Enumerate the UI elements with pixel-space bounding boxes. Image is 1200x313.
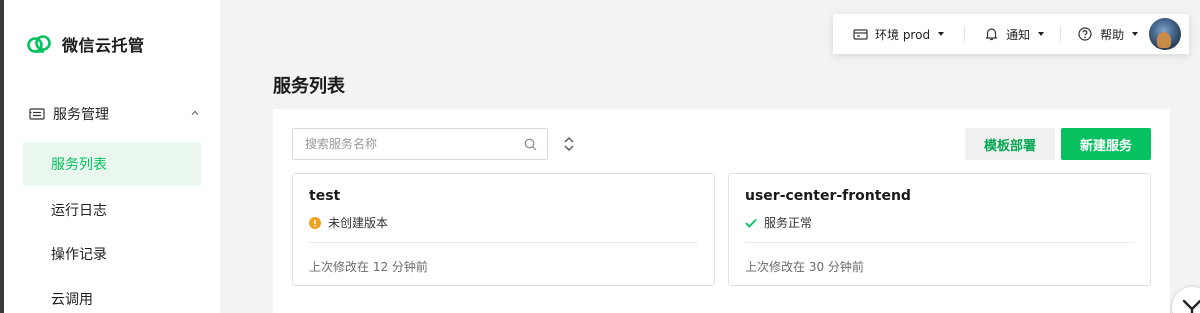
service-updated-time: 上次修改在 30 分钟前 — [745, 260, 864, 274]
question-icon — [1078, 27, 1092, 41]
sidebar-item-operation-records[interactable]: 操作记录 — [23, 232, 201, 276]
page-title: 服务列表 — [273, 76, 345, 97]
divider — [745, 242, 1134, 243]
brand-name: 微信云托管 — [62, 36, 145, 55]
search-input[interactable] — [305, 137, 515, 151]
notifications-label: 通知 — [1006, 27, 1031, 42]
check-icon — [745, 218, 757, 228]
service-status-text: 未创建版本 — [328, 216, 389, 230]
search-box[interactable] — [292, 128, 548, 160]
floating-assistant-button[interactable] — [1172, 287, 1200, 313]
sort-toggle-icon[interactable] — [562, 135, 576, 153]
notifications-menu[interactable]: 通知 — [985, 14, 1045, 54]
env-label: 环境 prod — [875, 27, 931, 42]
service-card[interactable]: user-center-frontend 服务正常 上次修改在 30 分钟前 — [728, 173, 1151, 286]
service-status: 服务正常 — [745, 214, 812, 231]
divider — [964, 26, 966, 42]
divider — [309, 242, 698, 243]
bell-icon — [985, 28, 998, 41]
top-bar: 环境 prod 通知 帮助 — [833, 14, 1189, 54]
sidebar-item-run-logs[interactable]: 运行日志 — [23, 188, 201, 232]
nav-group-service-management[interactable]: 服务管理 — [26, 100, 204, 128]
environment-icon — [853, 28, 868, 40]
search-icon[interactable] — [524, 138, 537, 151]
brand[interactable]: 微信云托管 — [26, 32, 145, 56]
new-service-button[interactable]: 新建服务 — [1061, 128, 1151, 160]
wechat-cloud-logo-icon — [27, 35, 51, 53]
caret-down-icon — [1038, 32, 1045, 36]
env-selector[interactable]: 环境 prod — [853, 14, 945, 54]
divider — [1060, 26, 1062, 42]
service-card[interactable]: test 未创建版本 上次修改在 12 分钟前 — [292, 173, 715, 286]
sidebar-item-label: 操作记录 — [51, 247, 107, 263]
sidebar-item-cloud-call[interactable]: 云调用 — [23, 277, 201, 313]
template-deploy-button[interactable]: 模板部署 — [965, 128, 1055, 160]
sidebar-item-label: 服务列表 — [51, 157, 107, 173]
assistant-icon — [1182, 299, 1200, 313]
warning-icon — [309, 216, 321, 229]
help-label: 帮助 — [1100, 27, 1125, 42]
caret-down-icon — [938, 32, 945, 36]
user-avatar[interactable] — [1149, 18, 1181, 50]
service-status: 未创建版本 — [309, 214, 388, 231]
chevron-up-icon — [191, 110, 199, 115]
sidebar: 微信云托管 服务管理 服务列表 运行日志 操作记录 云调用 — [4, 0, 220, 313]
sidebar-item-label: 云调用 — [51, 292, 93, 308]
service-status-text: 服务正常 — [764, 216, 813, 230]
service-management-icon — [29, 108, 45, 120]
service-name[interactable]: test — [309, 188, 340, 204]
service-name[interactable]: user-center-frontend — [745, 188, 911, 204]
service-updated-time: 上次修改在 12 分钟前 — [309, 260, 428, 274]
sidebar-item-label: 运行日志 — [51, 203, 107, 219]
help-menu[interactable]: 帮助 — [1078, 14, 1139, 54]
nav-group-label: 服务管理 — [53, 107, 109, 123]
caret-down-icon — [1132, 32, 1139, 36]
sidebar-item-service-list[interactable]: 服务列表 — [23, 142, 201, 186]
